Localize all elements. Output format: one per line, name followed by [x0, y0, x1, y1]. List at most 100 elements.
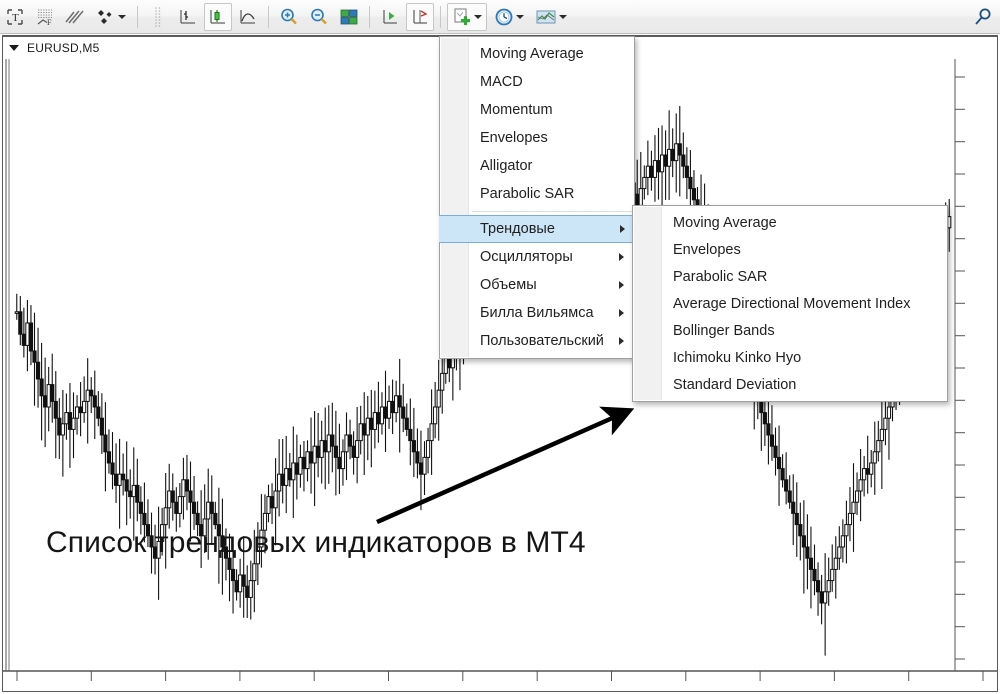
templates-icon-button[interactable] — [531, 3, 571, 31]
search-icon — [975, 8, 991, 25]
toolbar-group-drawing-tools: T F — [0, 1, 132, 33]
menu-item-label: Parabolic SAR — [673, 268, 768, 285]
main-toolbar: T F — [0, 0, 1000, 34]
menu-item-label: MACD — [480, 74, 523, 90]
menu-item[interactable]: Alligator — [440, 152, 634, 180]
candlestick-chart-icon — [210, 9, 225, 24]
menu-item[interactable]: Объемы — [440, 271, 634, 299]
menu-item[interactable]: Envelopes — [633, 236, 947, 263]
toolbar-grip[interactable] — [144, 3, 172, 31]
bar-chart-icon — [180, 9, 195, 24]
menu-item[interactable]: Ichimoku Kinko Hyo — [633, 344, 947, 371]
mt4-application-window: T F EURUSD,M5 Список трендовых индикатор… — [0, 0, 1000, 694]
timeframe-clock-icon-button[interactable] — [489, 3, 529, 31]
bar-chart-icon-button[interactable] — [174, 3, 202, 31]
line-chart-icon-button[interactable] — [234, 3, 262, 31]
menu-item-label: Ichimoku Kinko Hyo — [673, 349, 802, 366]
chevron-right-icon — [619, 337, 624, 345]
chevron-down-icon — [118, 14, 126, 19]
templates-icon — [536, 10, 556, 23]
menu-item-label: Трендовые — [480, 221, 555, 237]
toolbar-separator — [137, 5, 138, 28]
shapes-icon — [98, 9, 112, 24]
auto-scroll-icon-button[interactable] — [376, 3, 404, 31]
indicators-dropdown-menu[interactable]: Moving Average MACD Momentum Envelopes Allig… — [439, 36, 635, 359]
menu-item-label: Moving Average — [480, 46, 584, 62]
zoom-in-icon — [281, 8, 297, 24]
zoom-out-icon — [311, 8, 327, 24]
menu-item-label: Пользовательский — [480, 333, 604, 349]
grip-dots-icon — [155, 6, 161, 27]
crosshair-icon: T — [7, 8, 23, 25]
menu-item[interactable]: Билла Вильямса — [440, 299, 634, 327]
menu-item-label: Bollinger Bands — [673, 322, 775, 339]
menu-item-label: Объемы — [480, 277, 537, 293]
shapes-icon-button[interactable] — [91, 3, 131, 31]
zoom-in-icon-button[interactable] — [275, 3, 303, 31]
menu-item-label: Envelopes — [673, 241, 741, 258]
menu-item[interactable]: Moving Average — [440, 40, 634, 68]
toolbar-group-scroll-tools — [375, 1, 435, 33]
menu-item[interactable]: Envelopes — [440, 124, 634, 152]
fibonacci-icon: F — [37, 9, 52, 27]
menu-item[interactable]: Standard Deviation — [633, 371, 947, 398]
menu-item[interactable]: Parabolic SAR — [633, 263, 947, 290]
crosshair-icon-button[interactable]: T — [1, 3, 29, 31]
menu-item-label: Осцилляторы — [480, 249, 573, 265]
chevron-down-icon — [516, 14, 524, 19]
zoom-out-icon-button[interactable] — [305, 3, 333, 31]
trendline-channel-icon-button[interactable] — [61, 3, 89, 31]
toolbar-group-chart-type-tools — [173, 1, 263, 33]
menu-item-label: Alligator — [480, 158, 533, 174]
chart-symbol-label: EURUSD,M5 — [27, 41, 100, 55]
auto-scroll-icon — [383, 9, 397, 24]
menu-item-label: Moving Average — [673, 214, 777, 231]
trend-indicators-submenu[interactable]: Moving Average Envelopes Parabolic SAR Aver… — [632, 205, 948, 402]
toolbar-separator — [268, 5, 269, 28]
menu-item[interactable]: Bollinger Bands — [633, 317, 947, 344]
menu-separator — [472, 211, 632, 212]
toolbar-group-indicator-tools — [446, 1, 572, 33]
menu-item[interactable]: Пользовательский — [440, 327, 634, 355]
svg-text:F: F — [47, 18, 52, 27]
menu-item[interactable]: Moving Average — [633, 209, 947, 236]
chevron-right-icon — [620, 225, 625, 233]
menu-item[interactable]: MACD — [440, 68, 634, 96]
svg-text:T: T — [12, 12, 19, 24]
chevron-down-icon — [559, 14, 567, 19]
chevron-right-icon — [619, 309, 624, 317]
add-indicator-icon-button[interactable] — [447, 2, 487, 31]
menu-item[interactable]: Осцилляторы — [440, 243, 634, 271]
time-axis[interactable] — [3, 670, 997, 681]
timeframe-clock-icon — [495, 8, 513, 25]
fibonacci-icon-button[interactable]: F — [31, 3, 59, 31]
line-chart-icon — [240, 9, 255, 24]
menu-item-label: Parabolic SAR — [480, 186, 575, 202]
menu-item[interactable]: Трендовые — [439, 215, 635, 243]
menu-item-label: Envelopes — [480, 130, 548, 146]
annotation-caption: Список трендовых индикаторов в MT4 — [46, 526, 586, 559]
toolbar-separator — [369, 5, 370, 28]
search-icon-button[interactable] — [972, 6, 994, 28]
tile-windows-icon — [340, 9, 358, 24]
chevron-down-icon — [474, 14, 482, 19]
menu-item-label: Standard Deviation — [673, 376, 797, 393]
chevron-down-icon[interactable] — [9, 45, 19, 51]
menu-item[interactable]: Average Directional Movement Index — [633, 290, 947, 317]
menu-item[interactable]: Parabolic SAR — [440, 180, 634, 208]
menu-item-label: Average Directional Movement Index — [673, 295, 911, 312]
menu-item-label: Momentum — [480, 102, 553, 118]
chevron-right-icon — [619, 281, 624, 289]
menu-item-list: Moving Average Envelopes Parabolic SAR Aver… — [633, 209, 947, 398]
add-indicator-icon — [454, 8, 470, 25]
chart-shift-icon-button[interactable] — [406, 2, 434, 31]
menu-item-label: Билла Вильямса — [480, 305, 594, 321]
chart-shift-icon — [413, 9, 428, 24]
chevron-right-icon — [619, 253, 624, 261]
menu-item[interactable]: Momentum — [440, 96, 634, 124]
candlestick-chart-icon-button[interactable] — [204, 2, 232, 31]
toolbar-group-zoom-tools — [274, 1, 364, 33]
price-axis[interactable] — [954, 59, 965, 671]
trendline-channel-icon — [65, 10, 84, 23]
tile-windows-icon-button[interactable] — [335, 3, 363, 31]
